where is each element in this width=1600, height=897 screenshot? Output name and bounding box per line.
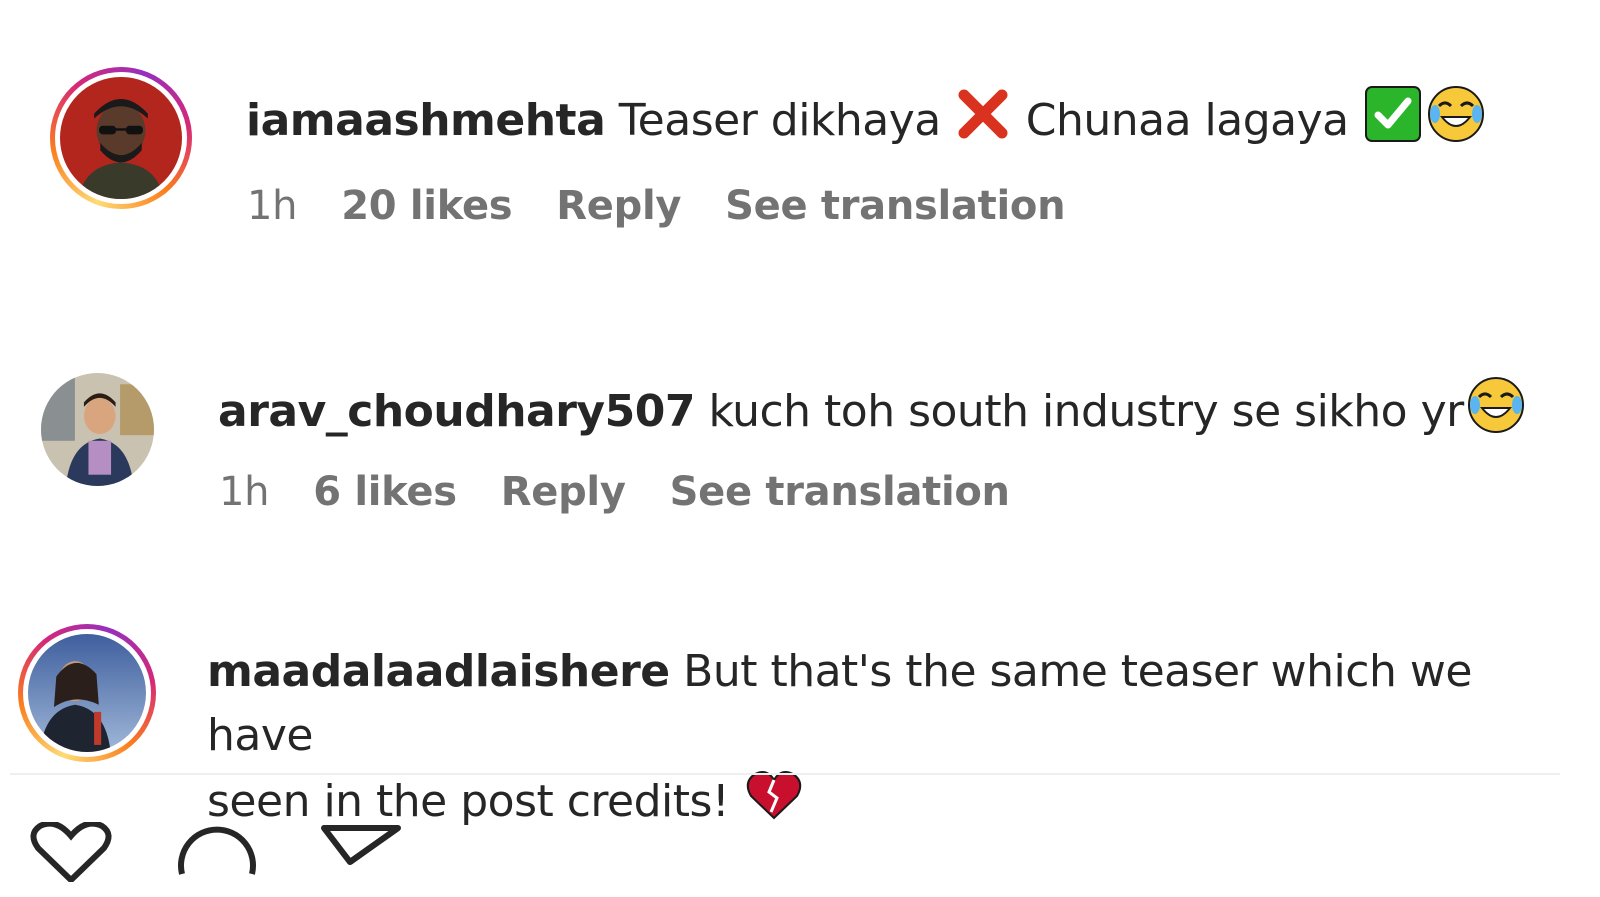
divider: [10, 773, 1560, 775]
comment-username[interactable]: arav_choudhary507: [218, 386, 695, 437]
comment-body: Chunaa lagaya: [1025, 95, 1349, 146]
comment-icon[interactable]: [176, 822, 258, 882]
reply-button[interactable]: Reply: [501, 469, 626, 515]
comment-text: iamaashmehta Teaser dikhaya Chunaa lagay…: [246, 84, 1488, 162]
avatar: [60, 77, 182, 199]
comment-body: kuch toh south industry se sikho yr: [708, 386, 1464, 437]
avatar: [28, 634, 146, 752]
see-translation-button[interactable]: See translation: [670, 469, 1010, 515]
comment-username[interactable]: iamaashmehta: [246, 95, 606, 146]
avatar-wrapper[interactable]: [41, 373, 154, 486]
avatar: [41, 373, 154, 486]
comment-meta: 1h 6 likes Reply See translation: [219, 469, 1010, 515]
post-actions: [28, 822, 402, 882]
see-translation-button[interactable]: See translation: [725, 183, 1065, 229]
broken-heart-icon: [745, 768, 803, 840]
like-icon[interactable]: [28, 822, 114, 882]
avatar-story-ring[interactable]: [18, 624, 156, 762]
avatar-story-ring[interactable]: [50, 67, 192, 209]
share-icon[interactable]: [320, 822, 402, 882]
comment-likes[interactable]: 6 likes: [313, 469, 457, 515]
comment-likes[interactable]: 20 likes: [341, 183, 512, 229]
comment-text: maadalaadlaishere But that's the same te…: [207, 640, 1567, 840]
cross-mark-icon: [956, 87, 1010, 159]
comment-text: arav_choudhary507 kuch toh south industr…: [218, 375, 1528, 453]
comment-body: seen in the post credits!: [207, 776, 730, 827]
comment-time: 1h: [247, 183, 298, 229]
reply-button[interactable]: Reply: [556, 183, 681, 229]
tears-of-joy-icon: [1466, 375, 1526, 453]
comment-username[interactable]: maadalaadlaishere: [207, 646, 670, 697]
comment-body: Teaser dikhaya: [618, 95, 942, 146]
comment-meta: 1h 20 likes Reply See translation: [247, 183, 1066, 229]
tears-of-joy-icon: [1426, 84, 1486, 162]
comment-time: 1h: [219, 469, 270, 515]
check-box-icon: [1364, 85, 1422, 161]
